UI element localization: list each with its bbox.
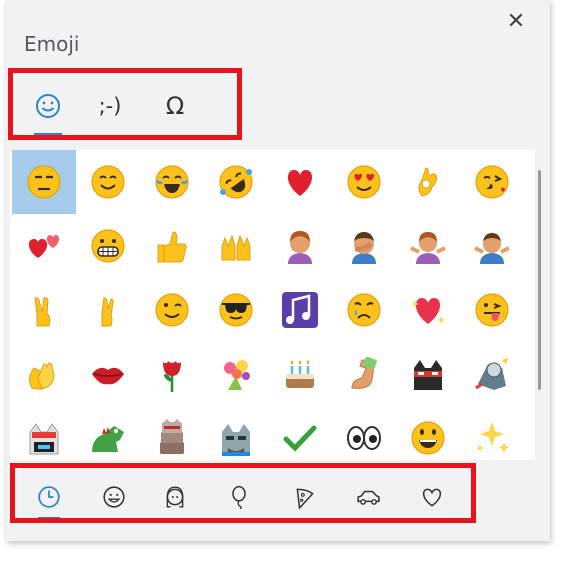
emoji-musical-notes[interactable] (268, 278, 332, 342)
emoji-flexed-biceps[interactable] (332, 342, 396, 406)
eyes-icon (347, 426, 381, 450)
emoji-victory-hand[interactable] (12, 278, 76, 342)
astronaut-cat-icon (475, 358, 508, 390)
hipster-cat-icon (222, 424, 250, 456)
two-hearts-icon (28, 235, 60, 258)
emoji-raised-hands[interactable] (204, 214, 268, 278)
car-icon (357, 490, 380, 505)
musical-notes-icon (282, 292, 318, 328)
grinning-face-icon (91, 229, 125, 263)
pizza-icon (296, 488, 314, 509)
smiling-face-icon (91, 165, 125, 199)
balloon-icon (232, 485, 246, 509)
emoji-winking-face[interactable] (140, 278, 204, 342)
sparkling-heart-icon (411, 298, 445, 324)
emoji-clapping-hands[interactable] (12, 342, 76, 406)
tab-transport[interactable] (351, 482, 385, 512)
emoji-crossed-fingers[interactable] (76, 278, 140, 342)
check-mark-icon (283, 425, 317, 452)
tab-kaomoji[interactable]: ;-) (88, 86, 132, 126)
emoji-man-shrugging[interactable] (460, 214, 524, 278)
emoji-birthday-cake[interactable] (268, 342, 332, 406)
emoji-red-heart[interactable] (268, 150, 332, 214)
stack-cat-icon (160, 419, 184, 454)
thumbs-up-icon (157, 231, 187, 263)
tab-food[interactable] (288, 482, 322, 512)
active-tab-indicator (34, 133, 62, 136)
man-facepalming-icon (352, 232, 376, 264)
heart-icon (422, 488, 442, 507)
raised-hands-icon (221, 234, 251, 261)
emoji-unamused-face[interactable] (12, 150, 76, 214)
sunglasses-face-icon (219, 293, 253, 327)
emoji-sunglasses-face[interactable] (204, 278, 268, 342)
clapping-hands-icon (28, 362, 55, 390)
emoji-two-hearts[interactable] (12, 214, 76, 278)
ok-hand-icon (418, 167, 437, 197)
heart-eyes-face-icon (347, 165, 381, 199)
birthday-cake-icon (286, 360, 314, 388)
tab-recent[interactable] (32, 482, 66, 512)
category-bar (10, 460, 535, 540)
woman-facepalming-icon (288, 231, 312, 264)
emoji-woman-shrugging[interactable] (396, 214, 460, 278)
winking-tongue-face-icon (475, 293, 509, 327)
ninja-cat-icon (414, 360, 442, 390)
crossed-fingers-icon (101, 297, 114, 327)
tab-celebration[interactable] (222, 482, 256, 512)
emoji-rose[interactable] (140, 342, 204, 406)
tab-symbols-hearts[interactable] (415, 482, 449, 512)
emoji-crying-face[interactable] (332, 278, 396, 342)
smiley-tab-icon (36, 94, 60, 118)
emoji-woman-facepalming[interactable] (268, 214, 332, 278)
man-shrugging-icon (474, 233, 510, 264)
victory-hand-icon (34, 297, 51, 327)
emoji-winking-tongue-face[interactable] (460, 278, 524, 342)
emoji-grinning-face[interactable] (76, 214, 140, 278)
emoji-kissing-heart-face[interactable] (460, 150, 524, 214)
rolling-laughing-face-icon (219, 165, 253, 199)
emoji-grid (10, 150, 535, 490)
emoji-heart-eyes-face[interactable] (332, 150, 396, 214)
unamused-face-icon (27, 165, 61, 199)
emoji-ok-hand[interactable] (396, 150, 460, 214)
clock-icon (38, 486, 60, 508)
tab-people[interactable] (158, 482, 192, 512)
grinning-face-big-icon (411, 421, 445, 455)
emoji-kiss-mark[interactable] (76, 342, 140, 406)
woman-shrugging-icon (410, 232, 446, 264)
crying-face-icon (347, 293, 381, 327)
close-button[interactable]: ✕ (506, 11, 526, 33)
category-active-indicator (38, 517, 60, 520)
kiss-mark-icon (92, 367, 124, 385)
dino-cat-icon (92, 426, 124, 452)
emoji-astronaut-cat[interactable] (460, 342, 524, 406)
tab-smileys[interactable] (97, 482, 131, 512)
rose-icon (163, 361, 181, 392)
hacker-cat-icon (29, 423, 59, 455)
emoji-bouquet[interactable] (204, 342, 268, 406)
panel-title: Emoji (24, 32, 80, 56)
smiley-icon (103, 486, 125, 508)
emoji-tears-of-joy-face[interactable] (140, 150, 204, 214)
kissing-heart-face-icon (475, 165, 509, 199)
sparkles-icon (476, 422, 510, 453)
emoji-man-facepalming[interactable] (332, 214, 396, 278)
red-heart-icon (287, 170, 313, 196)
person-icon (166, 486, 184, 508)
emoji-smiling-face[interactable] (76, 150, 140, 214)
tab-symbols[interactable]: Ω (153, 86, 197, 126)
bouquet-icon (224, 360, 250, 390)
scrollbar[interactable] (538, 170, 541, 390)
emoji-sparkling-heart[interactable] (396, 278, 460, 342)
emoji-thumbs-up[interactable] (140, 214, 204, 278)
winking-face-icon (155, 293, 189, 327)
emoji-ninja-cat[interactable] (396, 342, 460, 406)
emoji-rolling-laughing-face[interactable] (204, 150, 268, 214)
tears-of-joy-face-icon (155, 165, 189, 199)
tab-emoji[interactable] (26, 86, 70, 126)
flexed-biceps-icon (351, 356, 377, 389)
